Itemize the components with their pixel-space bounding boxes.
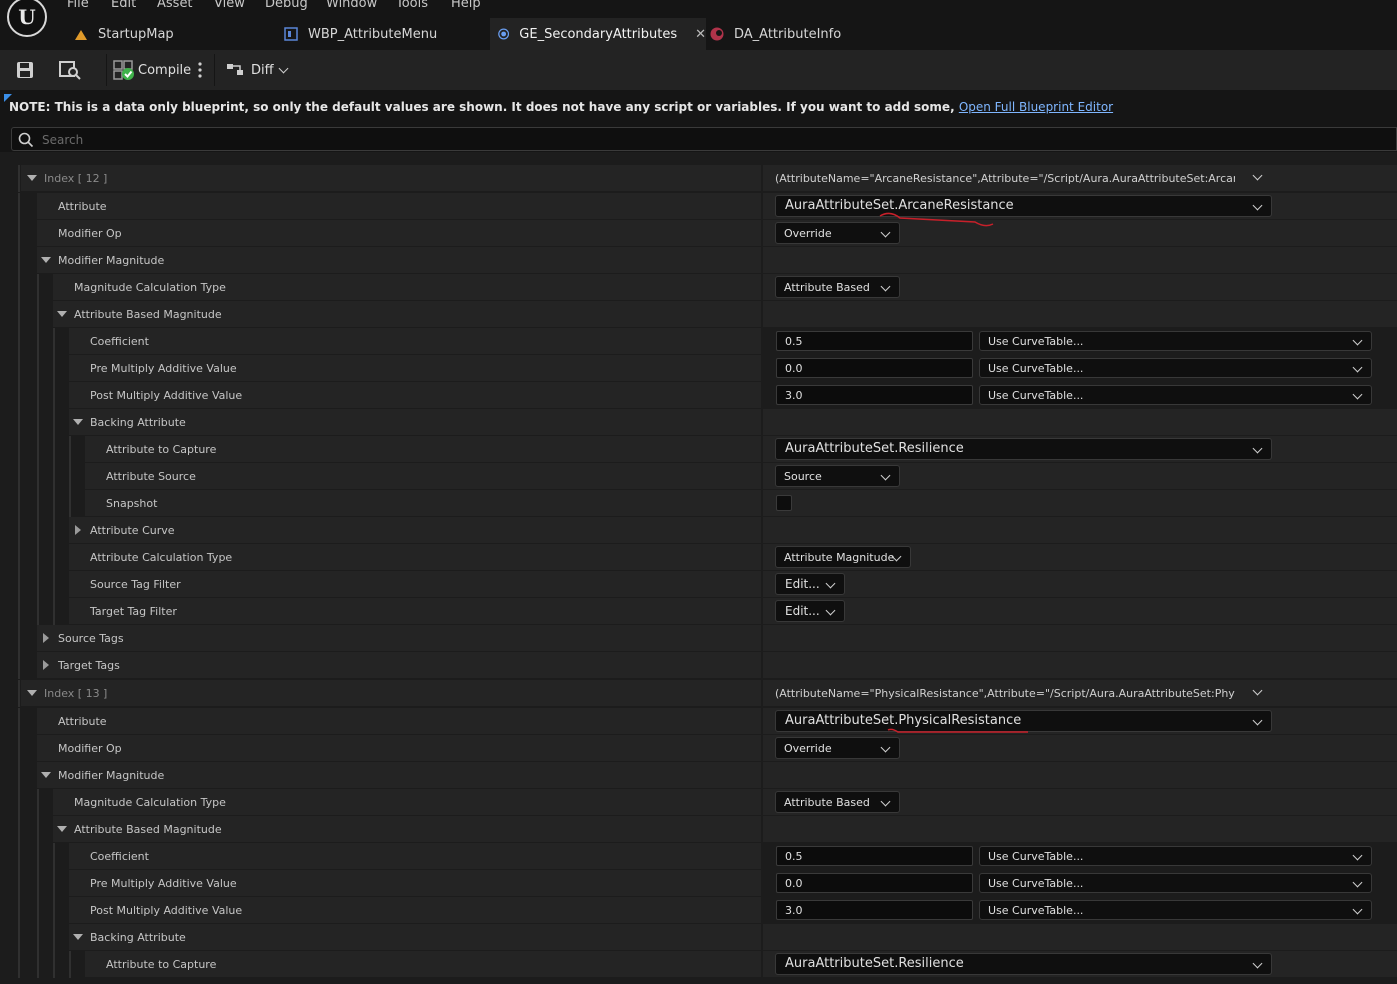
level-icon	[75, 30, 87, 40]
chevron-down-icon	[278, 63, 289, 73]
compile-button[interactable]: Compile	[113, 58, 191, 82]
widget-blueprint-icon	[284, 27, 298, 41]
toolbar-separator	[106, 54, 107, 86]
menu-file[interactable]: File	[67, 0, 89, 11]
diff-icon	[227, 64, 243, 75]
browse-icon	[59, 61, 81, 80]
compile-label: Compile	[138, 62, 192, 78]
tab-startupmap[interactable]: StartupMap	[62, 18, 288, 50]
save-icon	[17, 62, 33, 78]
search-icon	[18, 132, 34, 148]
menu-help[interactable]: Help	[451, 0, 481, 11]
menu-tools[interactable]: Tools	[396, 0, 428, 11]
gameplay-effect-icon	[498, 28, 510, 40]
title-bar: U File Edit Asset View Debug Window Tool…	[0, 0, 1397, 50]
tab-da-attributeinfo[interactable]: DA_AttributeInfo	[698, 18, 924, 50]
more-vertical-icon	[198, 62, 202, 78]
menu-asset[interactable]: Asset	[157, 0, 193, 11]
details-search	[11, 127, 1397, 151]
menu-edit[interactable]: Edit	[111, 0, 136, 11]
data-asset-icon	[710, 27, 724, 41]
menu-debug[interactable]: Debug	[265, 0, 308, 11]
tab-ge-secondaryattributes[interactable]: GE_SecondaryAttributes ✕	[490, 18, 706, 50]
unreal-logo-icon[interactable]: U	[7, 0, 47, 37]
toolbar-separator	[214, 54, 215, 86]
save-button[interactable]	[15, 58, 35, 82]
browse-button[interactable]	[58, 58, 82, 82]
tab-label: DA_AttributeInfo	[734, 26, 842, 42]
menu-window[interactable]: Window	[326, 0, 377, 11]
tab-label: GE_SecondaryAttributes	[519, 26, 678, 42]
tab-label: WBP_AttributeMenu	[308, 26, 438, 42]
toolbar: Compile Diff	[0, 50, 1397, 90]
open-full-blueprint-editor-link[interactable]: Open Full Blueprint Editor	[959, 100, 1113, 114]
diff-button[interactable]: Diff	[226, 58, 289, 82]
red-annotation-marks	[879, 212, 1028, 733]
details-panel: Index [ 12 ] (AttributeName="ArcaneResis…	[0, 152, 1397, 984]
data-only-blueprint-note: NOTE: This is a data only blueprint, so …	[0, 92, 1397, 124]
tab-wbp-attributemenu[interactable]: WBP_AttributeMenu	[272, 18, 498, 50]
menu-view[interactable]: View	[214, 0, 245, 11]
note-text: NOTE: This is a data only blueprint, so …	[9, 100, 959, 114]
compile-options-button[interactable]	[196, 58, 204, 82]
tab-label: StartupMap	[98, 26, 174, 42]
search-input[interactable]	[40, 130, 644, 150]
compile-status-icon	[113, 60, 134, 80]
diff-label: Diff	[251, 62, 274, 78]
